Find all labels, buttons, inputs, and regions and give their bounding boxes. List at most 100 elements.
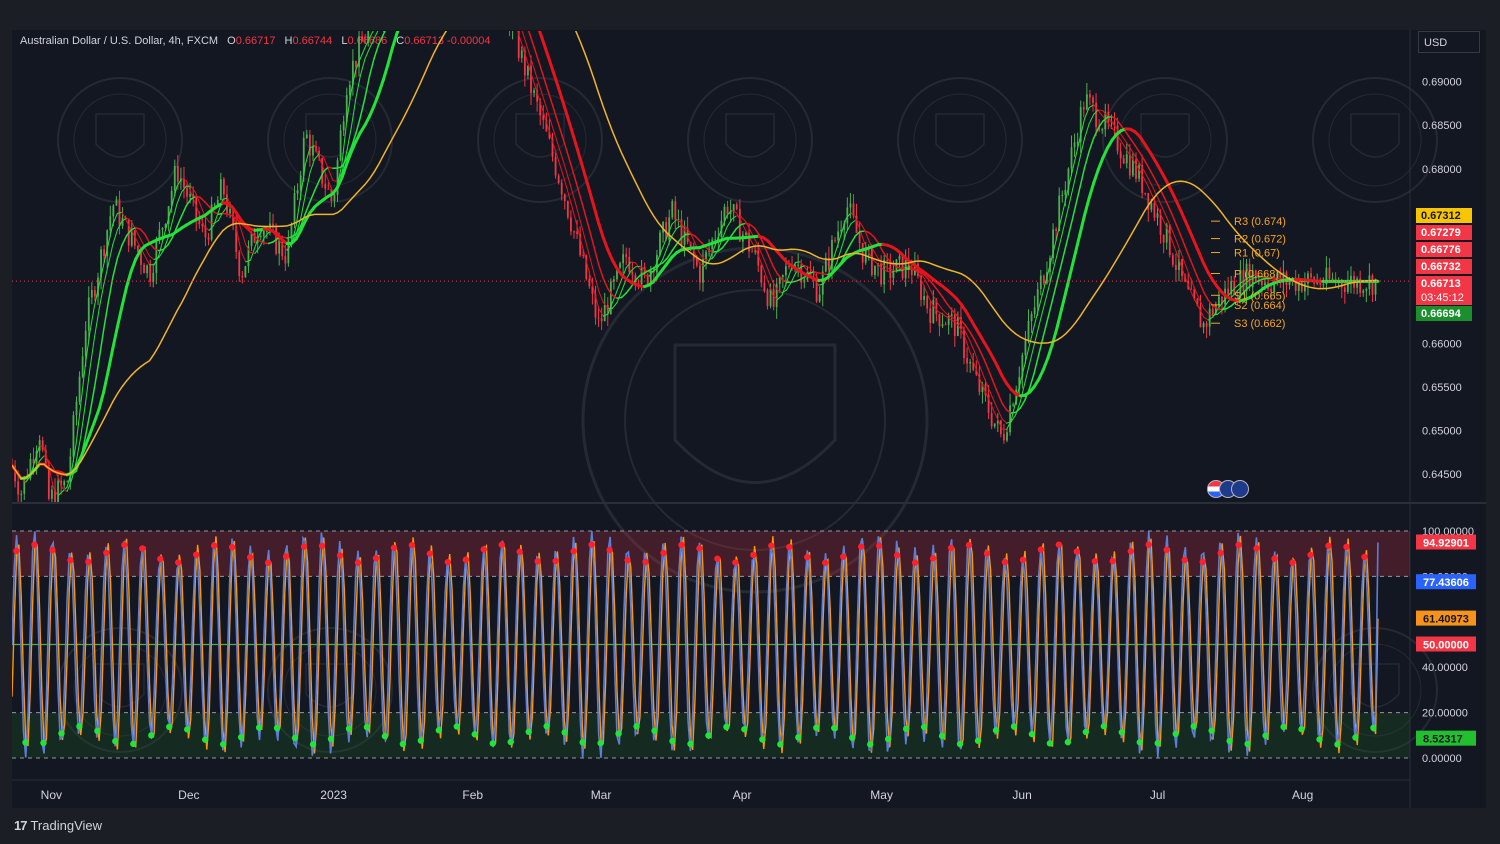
candle-body xyxy=(1024,340,1027,356)
price-tick-label: 0.65500 xyxy=(1422,382,1462,394)
ma-line xyxy=(379,21,384,30)
watermark-seal-icon xyxy=(1102,77,1228,203)
ma-line xyxy=(1161,207,1168,219)
candle-body xyxy=(852,203,855,216)
candle-body xyxy=(515,22,517,26)
candle-body xyxy=(1135,159,1137,179)
ma-line xyxy=(950,308,957,316)
stoch-sell-dot xyxy=(462,556,470,563)
candle-body xyxy=(874,265,876,275)
candle-body xyxy=(293,193,296,225)
ma-line xyxy=(593,272,600,292)
price-tag-countdown: 03:45:12 xyxy=(1421,292,1464,304)
candle-body xyxy=(1009,405,1011,433)
ma-fast-line xyxy=(144,255,151,266)
ma-line xyxy=(859,221,866,231)
ma-line xyxy=(144,233,151,244)
ma-slow-line xyxy=(395,31,400,35)
time-axis-label: Nov xyxy=(41,788,62,802)
stoch-sell-dot xyxy=(858,543,865,550)
stoch-sell-dot xyxy=(1307,551,1314,559)
stoch-sell-dot xyxy=(1109,557,1117,565)
stoch-sell-dot xyxy=(1181,556,1188,564)
ma-line xyxy=(135,229,141,240)
time-axis-label: Jun xyxy=(1012,788,1031,802)
candle-body xyxy=(1082,107,1085,110)
ma-line xyxy=(772,265,779,275)
stoch-buy-dot xyxy=(291,734,299,742)
ma-line xyxy=(1202,291,1210,301)
stoch-sell-dot xyxy=(372,554,380,562)
stoch-sell-dot xyxy=(965,541,973,549)
stoch-buy-dot xyxy=(255,724,263,731)
ma-line xyxy=(1047,299,1054,319)
candle-body xyxy=(969,361,972,364)
ma-slow-line xyxy=(1073,232,1082,255)
candle-body xyxy=(152,272,155,282)
stoch-sell-dot xyxy=(840,553,847,560)
candle-body xyxy=(87,297,90,331)
ma-line xyxy=(873,250,879,260)
ma-slow-line xyxy=(1096,156,1105,171)
stoch-buy-dot xyxy=(615,730,622,737)
stoch-sell-dot xyxy=(1073,548,1081,555)
ma-slow-line xyxy=(1174,199,1183,213)
candle-body xyxy=(327,188,330,190)
ma-line xyxy=(1019,399,1026,409)
ma-line xyxy=(392,0,397,3)
candle-body xyxy=(272,223,274,226)
ma-fast-line xyxy=(1148,187,1154,199)
chart-canvas[interactable]: 0.69000 0.68500 0.68000 0.66000 0.65500 0.650… xyxy=(0,0,1500,844)
candle-body xyxy=(517,31,520,58)
candle-body xyxy=(373,13,375,15)
stoch-sell-dot xyxy=(175,559,182,566)
stoch-sell-dot xyxy=(1343,543,1350,551)
watermark-seal-ring xyxy=(703,93,797,187)
ma-fast-line xyxy=(359,47,366,59)
candle-body xyxy=(321,157,324,184)
candle-body xyxy=(339,130,342,161)
candle-body xyxy=(837,231,840,241)
candle-body xyxy=(51,489,53,499)
candle-body xyxy=(370,13,372,28)
candle-body xyxy=(1128,154,1131,176)
candle-body xyxy=(622,254,625,264)
candle-body xyxy=(278,239,281,254)
ma-slow-line xyxy=(1078,213,1087,236)
ma-line xyxy=(753,227,760,236)
ma-line xyxy=(1097,109,1104,112)
candle-body xyxy=(1168,224,1171,256)
stoch-buy-dot xyxy=(723,723,730,731)
candle-body xyxy=(1073,142,1076,148)
candle-body xyxy=(78,376,81,402)
candle-body xyxy=(244,266,247,278)
ma-line xyxy=(1194,287,1200,300)
candle-body xyxy=(1208,308,1211,327)
stoch-sell-dot xyxy=(516,548,523,555)
candle-body xyxy=(1171,255,1174,265)
stoch-sell-dot xyxy=(354,559,362,566)
ma-line xyxy=(1212,313,1218,316)
ma-line xyxy=(373,43,380,60)
stoch-buy-dot xyxy=(417,737,425,744)
ma-line xyxy=(937,303,943,311)
ma-slow-line xyxy=(411,0,416,1)
ma-line xyxy=(588,229,595,249)
candle-body xyxy=(926,296,929,309)
ma-line xyxy=(996,391,1003,404)
watermark-shield-icon xyxy=(725,113,775,158)
ma-line xyxy=(203,200,210,208)
stoch-buy-dot xyxy=(1064,738,1072,746)
candle-body xyxy=(1125,154,1128,164)
ma-line xyxy=(850,235,857,245)
stoch-sell-dot xyxy=(750,551,757,559)
stoch-sell-dot xyxy=(642,558,649,566)
ma-line xyxy=(1042,290,1049,310)
price-tick-label: 0.65000 xyxy=(1422,425,1462,437)
ma-line xyxy=(1056,262,1063,283)
ma-line xyxy=(941,296,948,305)
ma-fast-line xyxy=(236,229,242,253)
ma-line xyxy=(1042,317,1049,338)
ma-line xyxy=(392,7,397,16)
ma-line xyxy=(1184,264,1191,278)
